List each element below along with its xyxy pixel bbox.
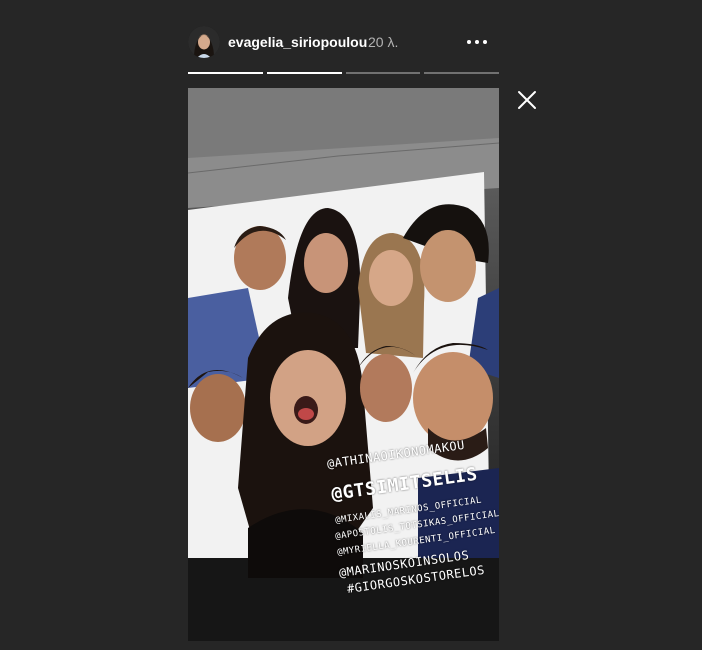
more-horizontal-icon[interactable] [465,30,489,54]
story-progress [188,72,499,75]
progress-fill [266,72,342,74]
progress-segment [424,72,499,74]
close-icon[interactable] [515,88,539,112]
profile-picture [188,26,220,58]
progress-segment [266,72,342,74]
progress-fill [188,72,263,74]
avatar[interactable] [188,26,220,58]
story-media[interactable]: @ATHINAOIKONOMAKOU @GTSIMITSELIS @MIXALI… [188,88,499,641]
timestamp: 20 λ. [368,34,399,50]
group-selfie-photo [188,88,499,641]
username[interactable]: evagelia_siriopoulou [228,34,367,50]
story-header: evagelia_siriopoulou 20 λ. [188,24,499,60]
progress-segment [188,72,263,74]
progress-segment [345,72,421,74]
